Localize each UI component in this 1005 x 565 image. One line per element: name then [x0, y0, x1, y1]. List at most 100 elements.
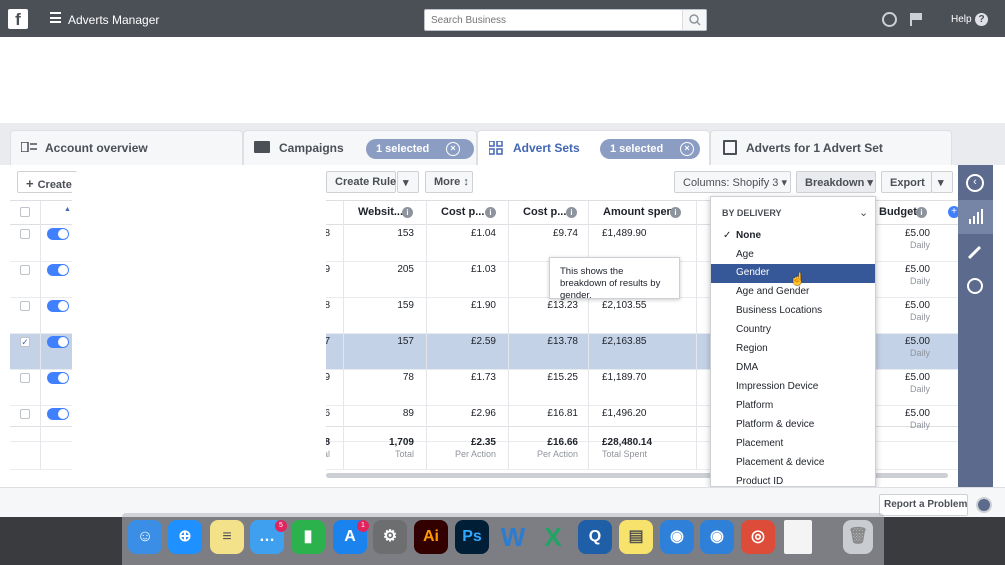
menu-item-placement-device[interactable]: Placement & device: [711, 454, 875, 473]
cell-budget: £5.00: [904, 264, 930, 275]
insights-icon[interactable]: [958, 200, 993, 234]
notifications-globe-icon[interactable]: [882, 12, 897, 27]
tab-account-overview[interactable]: Account overview: [10, 130, 243, 165]
help-icon[interactable]: ?: [975, 13, 988, 26]
menu-item-placement[interactable]: Placement: [711, 435, 875, 454]
cell-website: 205: [397, 264, 414, 275]
row-toggle[interactable]: [47, 372, 69, 384]
row-checkbox[interactable]: [20, 265, 30, 275]
menu-icon[interactable]: [50, 12, 61, 23]
stickies-icon[interactable]: ▤: [619, 520, 653, 554]
clear-adsets-icon[interactable]: ×: [680, 142, 694, 156]
row-toggle[interactable]: [47, 228, 69, 240]
create-button[interactable]: + Create: [17, 171, 77, 193]
header-budget[interactable]: Budget: [879, 206, 917, 218]
info-icon[interactable]: i: [402, 207, 413, 218]
info-icon[interactable]: i: [485, 207, 496, 218]
firefox-icon[interactable]: ◉: [660, 520, 694, 554]
cell-amount: £1,489.90: [602, 228, 647, 239]
excel-icon[interactable]: X: [536, 520, 570, 554]
tab-advert-sets[interactable]: Advert Sets 1 selected ×: [477, 130, 710, 165]
row-toggle[interactable]: [47, 300, 69, 312]
photoshop-icon[interactable]: Ps: [455, 520, 489, 554]
system-preferences-icon[interactable]: ⚙: [373, 520, 407, 554]
word-icon[interactable]: W: [496, 520, 530, 554]
hand-cursor-icon: ☝: [790, 272, 805, 286]
menu-item-dma[interactable]: DMA: [711, 359, 875, 378]
search-icon[interactable]: [682, 10, 706, 30]
finder-icon[interactable]: ☺: [128, 520, 162, 554]
cell-budget-period: Daily: [909, 348, 930, 358]
collapse-icon[interactable]: ‹: [966, 174, 984, 192]
search-business-input[interactable]: [424, 9, 707, 31]
export-dropdown-icon[interactable]: ▾: [931, 171, 953, 193]
menu-item-platform-device[interactable]: Platform & device: [711, 416, 875, 435]
tab-campaigns[interactable]: Campaigns 1 selected ×: [243, 130, 477, 165]
menu-item-age[interactable]: Age: [711, 246, 875, 265]
help-link[interactable]: Help: [951, 14, 972, 25]
menu-item-product-id[interactable]: Product ID: [711, 473, 875, 486]
more-button[interactable]: More ↕: [425, 171, 473, 193]
edit-icon[interactable]: [966, 243, 984, 261]
row-checkbox[interactable]: [20, 301, 30, 311]
cell-website: 78: [402, 372, 414, 383]
campaigns-selected-pill[interactable]: 1 selected ×: [366, 139, 474, 159]
cell-cost-2: £16.81: [547, 408, 578, 419]
header-amount-spent[interactable]: Amount spent: [603, 206, 677, 218]
menu-item-none[interactable]: None: [711, 227, 875, 246]
menu-item-country[interactable]: Country: [711, 321, 875, 340]
row-toggle[interactable]: [47, 336, 69, 348]
numbers-icon[interactable]: ▮: [291, 520, 325, 554]
illustrator-icon[interactable]: Ai: [414, 520, 448, 554]
campaigns-icon: [254, 141, 270, 153]
app-store-badge: 1: [357, 520, 369, 532]
total-cost-2-sub: Per Action: [536, 449, 578, 459]
info-icon[interactable]: i: [566, 207, 577, 218]
report-problem-button[interactable]: Report a Problem: [879, 494, 968, 516]
globe-icon[interactable]: [976, 497, 992, 513]
row-checkbox[interactable]: [20, 373, 30, 383]
row-checkbox-checked[interactable]: ✓: [20, 337, 30, 347]
chrome-icon[interactable]: ◎: [741, 520, 775, 554]
cell-website: 153: [397, 228, 414, 239]
blank-panel: [72, 172, 326, 508]
columns-dropdown[interactable]: Columns: Shopify 3 ▾: [674, 171, 791, 193]
row-toggle[interactable]: [47, 264, 69, 276]
create-rule-dropdown-icon[interactable]: ▾: [397, 171, 419, 193]
info-icon[interactable]: i: [916, 207, 927, 218]
cell-cost-1: £1.90: [470, 300, 496, 311]
header-cost-per-2[interactable]: Cost p...: [523, 206, 566, 218]
cell-cost-1: £2.96: [470, 408, 496, 419]
menu-item-business-locations[interactable]: Business Locations: [711, 302, 875, 321]
info-icon[interactable]: i: [670, 207, 681, 218]
cell-cost-1: £1.73: [470, 372, 496, 383]
menu-item-platform[interactable]: Platform: [711, 397, 875, 416]
create-rule-button[interactable]: Create Rule: [326, 171, 396, 193]
chevron-down-icon[interactable]: ⌄: [859, 206, 868, 219]
trash-icon[interactable]: 🗑: [843, 520, 873, 554]
safari-icon[interactable]: ⊕: [168, 520, 202, 554]
history-clock-icon[interactable]: [967, 278, 983, 294]
clear-campaigns-icon[interactable]: ×: [446, 142, 460, 156]
header-cost-per-1[interactable]: Cost p...: [441, 206, 484, 218]
sort-icon[interactable]: ▲: [64, 206, 71, 213]
header-website[interactable]: Websit...: [358, 206, 403, 218]
app-title[interactable]: Adverts Manager: [68, 13, 159, 27]
breakdown-dropdown[interactable]: Breakdown ▾: [796, 171, 876, 193]
row-checkbox[interactable]: [20, 409, 30, 419]
row-toggle[interactable]: [47, 408, 69, 420]
menu-item-region[interactable]: Region: [711, 340, 875, 359]
document-icon[interactable]: [784, 520, 812, 554]
quicktime-icon[interactable]: Q: [578, 520, 612, 554]
cell-cost-2: £13.78: [547, 336, 578, 347]
select-all-checkbox[interactable]: [20, 207, 30, 217]
notes-icon[interactable]: ≡: [210, 520, 244, 554]
facebook-logo-icon[interactable]: f: [8, 9, 28, 29]
row-checkbox[interactable]: [20, 229, 30, 239]
adsets-selected-pill[interactable]: 1 selected ×: [600, 139, 700, 159]
firefox-alt-icon[interactable]: ◉: [700, 520, 734, 554]
tab-adverts[interactable]: Adverts for 1 Advert Set: [710, 130, 952, 165]
flag-icon[interactable]: [909, 12, 923, 26]
menu-item-impression-device[interactable]: Impression Device: [711, 378, 875, 397]
export-button[interactable]: Export: [881, 171, 932, 193]
